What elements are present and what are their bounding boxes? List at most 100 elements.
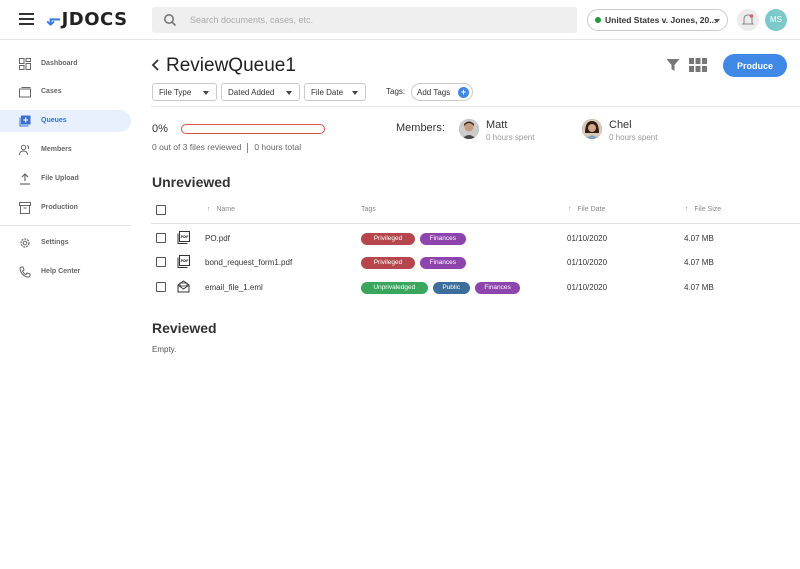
sidebar-item-settings[interactable]: Settings <box>0 232 131 254</box>
reviewed-heading: Reviewed <box>152 320 217 336</box>
member-hours: 0 hours spent <box>486 133 535 142</box>
divider <box>151 106 800 107</box>
top-bar: ⬐JDOCS United States v. Jones, 20... MS <box>0 0 800 40</box>
chevron-down-icon <box>714 19 720 23</box>
column-header-file-size[interactable]: ↑ File Size <box>685 206 721 213</box>
member-hours: 0 hours spent <box>609 133 658 142</box>
sidebar-item-help-center[interactable]: Help Center <box>0 261 131 283</box>
file-name[interactable]: bond_request_form1.pdf <box>205 258 292 267</box>
status-dot <box>595 17 601 23</box>
file-date: 01/10/2020 <box>567 258 608 267</box>
members-label: Members: <box>396 122 445 134</box>
tag-badge[interactable]: Unprivaledged <box>361 282 428 294</box>
svg-text:PDF: PDF <box>181 259 190 263</box>
sidebar-item-queues[interactable]: Queues <box>0 110 131 132</box>
progress-percent: 0% <box>152 123 168 135</box>
sidebar-item-label: Production <box>41 204 78 211</box>
divider <box>151 223 800 224</box>
file-date: 01/10/2020 <box>567 234 608 243</box>
column-header-name[interactable]: ↑ Name <box>207 206 235 213</box>
grid-view-icon[interactable] <box>689 58 707 72</box>
dated-added-filter[interactable]: Dated Added <box>221 83 300 101</box>
produce-button[interactable]: Produce <box>723 54 787 77</box>
sidebar-item-label: Help Center <box>41 268 81 275</box>
column-header-file-date[interactable]: ↑ File Date <box>568 206 605 213</box>
sidebar-item-label: Cases <box>41 88 62 95</box>
sidebar-item-label: Members <box>41 146 72 153</box>
tag-badge[interactable]: Privileged <box>361 257 415 269</box>
plus-icon: + <box>458 87 469 98</box>
progress-summary: 0 out of 3 files reviewed 0 hours total <box>152 142 301 153</box>
file-date: 01/10/2020 <box>567 283 608 292</box>
row-checkbox[interactable] <box>156 282 166 292</box>
sidebar-item-dashboard[interactable]: Dashboard <box>0 53 131 75</box>
avatar <box>582 119 602 139</box>
tag-badge[interactable]: Privileged <box>361 233 415 245</box>
page-title: ReviewQueue1 <box>166 55 296 76</box>
email-icon <box>177 280 190 293</box>
sidebar-item-label: Settings <box>41 239 69 246</box>
search-bar[interactable] <box>152 7 577 33</box>
pdf-icon: PDF <box>177 255 190 268</box>
file-size: 4.07 MB <box>684 258 714 267</box>
unreviewed-heading: Unreviewed <box>152 174 231 190</box>
sidebar-item-production[interactable]: Production <box>0 197 131 219</box>
chevron-down-icon <box>286 91 292 95</box>
members-icon <box>19 144 30 156</box>
file-type-filter[interactable]: File Type <box>152 83 217 101</box>
search-icon <box>164 14 177 27</box>
queues-icon <box>19 115 31 127</box>
row-checkbox[interactable] <box>156 257 166 267</box>
filter-icon[interactable] <box>666 58 680 72</box>
gear-icon <box>20 238 30 248</box>
tag-badge[interactable]: Finances <box>420 257 466 269</box>
sidebar: Dashboard Cases Queues Members File Uplo… <box>0 41 131 569</box>
avatar <box>459 119 479 139</box>
svg-text:PDF: PDF <box>181 235 190 239</box>
file-size: 4.07 MB <box>684 234 714 243</box>
tags-label: Tags: <box>386 87 406 96</box>
file-size: 4.07 MB <box>684 283 714 292</box>
user-avatar[interactable]: MS <box>765 9 787 31</box>
files-reviewed-text: 0 out of 3 files reviewed <box>152 142 242 152</box>
progress-bar <box>181 124 325 134</box>
empty-state-text: Empty. <box>152 345 177 354</box>
sidebar-item-members[interactable]: Members <box>0 139 131 161</box>
production-icon <box>19 202 31 214</box>
tag-badge[interactable]: Finances <box>420 233 466 245</box>
file-name[interactable]: PO.pdf <box>205 234 230 243</box>
file-date-filter[interactable]: File Date <box>304 83 366 101</box>
column-header-tags[interactable]: Tags <box>361 206 376 213</box>
upload-icon <box>20 173 30 185</box>
tag-badge[interactable]: Finances <box>474 282 521 294</box>
cases-icon <box>19 87 31 98</box>
chevron-down-icon <box>203 91 209 95</box>
select-all-checkbox[interactable] <box>156 205 166 215</box>
sidebar-item-label: Dashboard <box>41 60 78 67</box>
phone-icon <box>19 266 31 278</box>
bell-icon <box>741 14 755 25</box>
sidebar-item-cases[interactable]: Cases <box>0 81 131 103</box>
notifications-button[interactable] <box>737 9 759 31</box>
back-arrow-icon[interactable] <box>151 59 160 71</box>
chevron-down-icon <box>352 91 358 95</box>
member-name: Chel <box>609 119 632 131</box>
app-logo[interactable]: ⬐JDOCS <box>46 9 128 30</box>
case-selector[interactable]: United States v. Jones, 20... <box>587 9 728 31</box>
main-content: ReviewQueue1 Produce File Type Dated Add… <box>131 41 800 569</box>
hours-total-text: 0 hours total <box>254 142 302 152</box>
pdf-icon: PDF <box>177 231 190 244</box>
search-input[interactable] <box>190 7 570 33</box>
file-name[interactable]: email_file_1.eml <box>205 283 263 292</box>
add-tags-button[interactable]: Add Tags + <box>411 83 473 101</box>
dashboard-icon <box>19 58 31 70</box>
sidebar-item-label: Queues <box>41 117 67 124</box>
tag-badge[interactable]: Public <box>432 282 470 294</box>
sidebar-divider <box>0 225 131 226</box>
case-selector-label: United States v. Jones, 20... <box>605 15 717 25</box>
sidebar-item-label: File Upload <box>41 175 79 182</box>
menu-icon[interactable] <box>19 13 34 25</box>
sidebar-item-file-upload[interactable]: File Upload <box>0 168 131 190</box>
member-name: Matt <box>486 119 508 131</box>
row-checkbox[interactable] <box>156 233 166 243</box>
